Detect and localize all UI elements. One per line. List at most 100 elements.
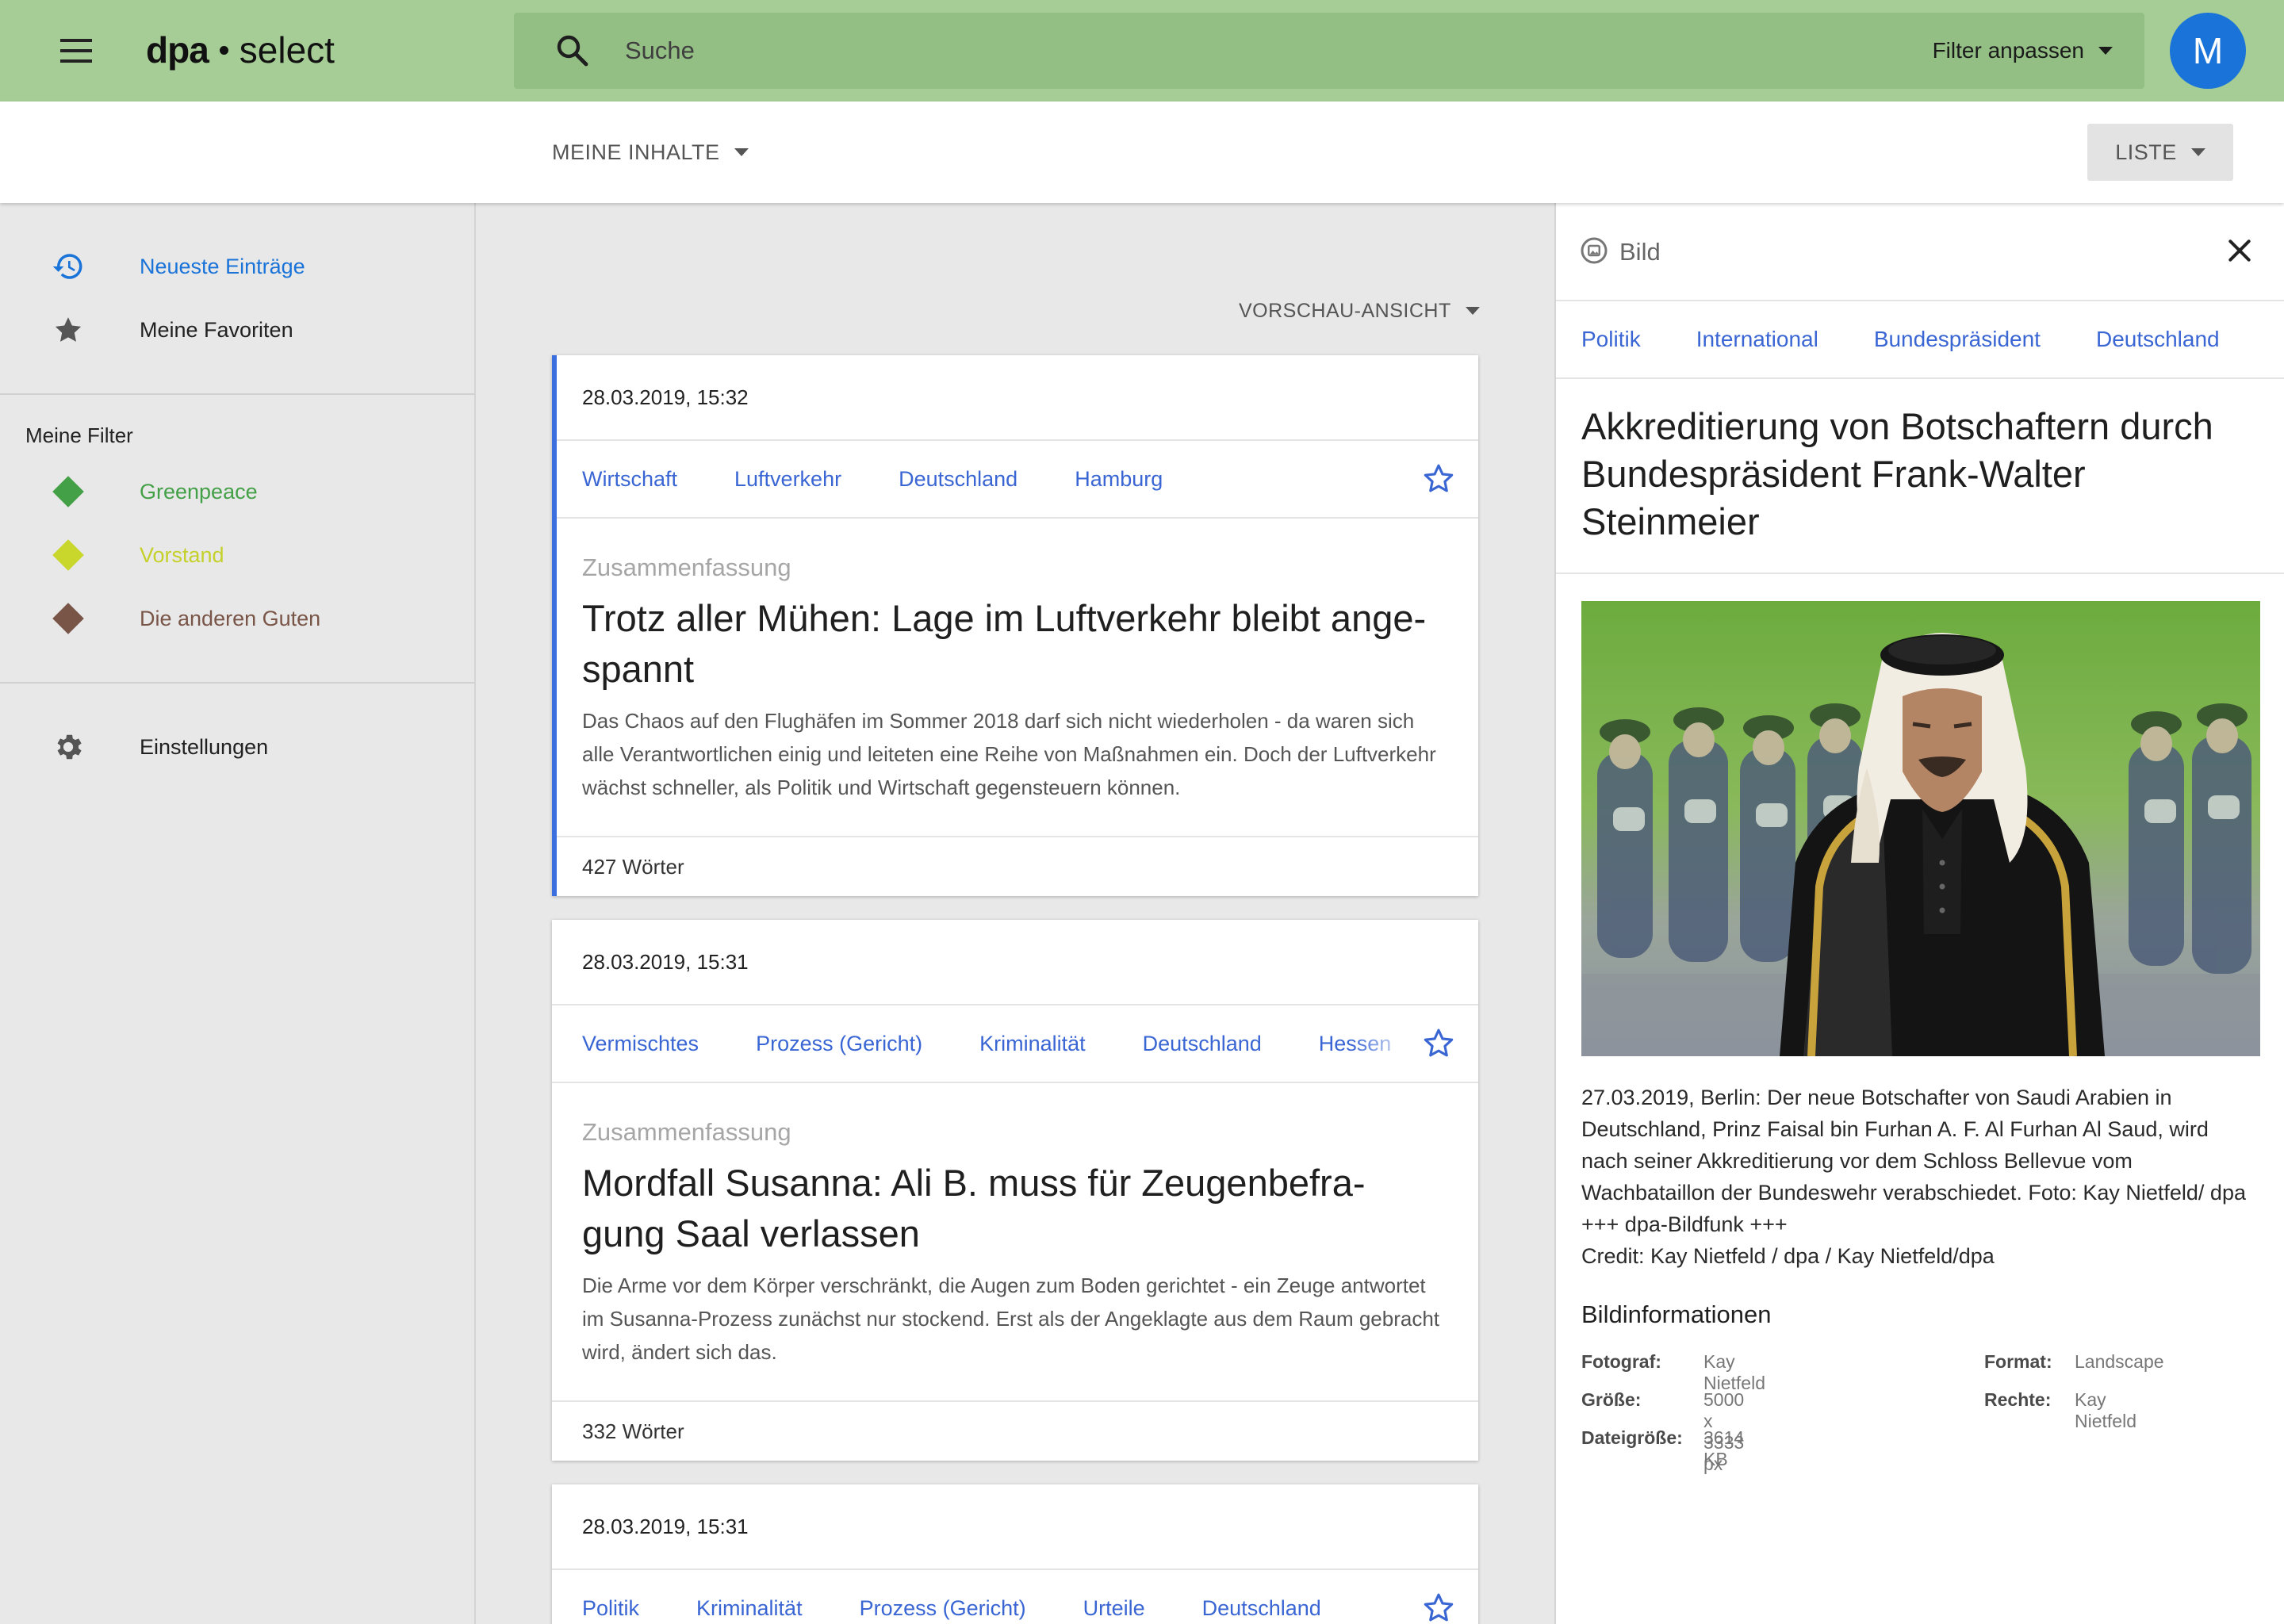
caption-text: 27.03.2019, Berlin: Der neue Botschafter… — [1581, 1086, 2246, 1236]
tag-link[interactable]: Wirtschaft — [582, 467, 677, 492]
sidebar-filter-die-anderen-guten[interactable]: Die anderen Guten — [0, 587, 474, 650]
article-headline[interactable]: Trotz aller Mühen: Lage im Luftverkehr b… — [582, 593, 1448, 695]
favorite-star-icon[interactable] — [1421, 1026, 1456, 1061]
my-content-dropdown[interactable]: MEINE INHALTE — [552, 136, 749, 168]
tag-link[interactable]: Urteile — [1083, 1596, 1145, 1621]
article-card[interactable]: 28.03.2019, 15:31 Vermischtes Prozess (G… — [552, 920, 1478, 1461]
logo-dot — [219, 45, 228, 55]
app-bar: dpa select Filter anpassen M — [0, 0, 2284, 102]
article-card[interactable]: 28.03.2019, 15:31 Politik Kriminalität P… — [552, 1484, 1478, 1624]
info-key: Fotograf: — [1581, 1351, 1661, 1372]
article-date: 28.03.2019, 15:31 — [552, 920, 1478, 1005]
sidebar-filter-greenpeace[interactable]: Greenpeace — [0, 460, 474, 523]
tag-link[interactable]: Vermischtes — [582, 1032, 699, 1056]
view-mode-dropdown[interactable]: LISTE — [2087, 124, 2233, 181]
filter-adjust-dropdown[interactable]: Filter anpassen — [1933, 32, 2113, 70]
overflow-fade — [1351, 1005, 1415, 1082]
star-icon — [51, 312, 86, 347]
detail-header: Bild — [1556, 203, 2284, 301]
sub-header: MEINE INHALTE LISTE — [0, 102, 2284, 203]
preview-view-dropdown[interactable]: VORSCHAU-ANSICHT — [1239, 295, 1480, 327]
info-row-rights: Rechte: Kay Nietfeld — [1984, 1389, 2136, 1431]
tag-link[interactable]: Kriminalität — [979, 1032, 1086, 1056]
filter-label: Vorstand — [140, 542, 224, 567]
favorite-star-icon[interactable] — [1421, 462, 1456, 496]
chevron-down-icon — [734, 148, 749, 156]
image-type-icon — [1581, 237, 1608, 264]
article-card[interactable]: 28.03.2019, 15:32 Wirtschaft Luftverkehr… — [552, 355, 1478, 896]
user-avatar[interactable]: M — [2170, 13, 2246, 89]
chevron-down-icon — [2098, 47, 2113, 55]
dpa-select-logo[interactable]: dpa select — [146, 24, 335, 76]
info-value: Kay Nietfeld — [2075, 1389, 2136, 1431]
detail-tags: Politik International Bundespräsident De… — [1556, 301, 2284, 379]
tag-link[interactable]: Kriminalität — [696, 1596, 803, 1621]
tag-link[interactable]: Luftverkehr — [734, 467, 841, 492]
info-row-photographer: Fotograf: Kay Nietfeld — [1581, 1351, 1765, 1393]
word-count: 332 Wörter — [582, 1419, 684, 1443]
my-filters-heading: Meine Filter — [25, 423, 133, 447]
chevron-down-icon — [1465, 307, 1480, 315]
tag-link[interactable]: Deutschland — [1202, 1596, 1321, 1621]
hamburger-menu-icon — [60, 39, 92, 63]
tag-link[interactable]: Deutschland — [2096, 327, 2220, 352]
favorite-star-icon[interactable] — [1421, 1591, 1456, 1624]
divider — [0, 393, 474, 395]
filter-label: Die anderen Guten — [140, 606, 321, 630]
info-value: Landscape — [2075, 1351, 2164, 1372]
article-body: Zusammenfassung Trotz aller Mühen: Lage … — [557, 519, 1478, 837]
tag-link[interactable]: Bundespräsident — [1874, 327, 2041, 352]
article-kicker: Zusammenfassung — [582, 1118, 791, 1146]
search-icon[interactable] — [554, 32, 592, 70]
article-date: 28.03.2019, 15:31 — [552, 1484, 1478, 1570]
info-row-filesize: Dateigröße: 3614 KB — [1581, 1427, 1744, 1469]
sidebar-item-label: Neueste Einträge — [140, 254, 305, 278]
info-key: Rechte: — [1984, 1389, 2052, 1410]
content-type-label: Bild — [1619, 238, 1661, 266]
logo-product: select — [239, 29, 335, 71]
gear-icon — [51, 730, 86, 764]
info-key: Format: — [1984, 1351, 2052, 1372]
tag-link[interactable]: Deutschland — [1143, 1032, 1262, 1056]
search-bar: Filter anpassen — [514, 13, 2144, 89]
history-icon — [51, 249, 86, 284]
sidebar-item-favorites[interactable]: Meine Favoriten — [0, 298, 474, 362]
sidebar-filter-vorstand[interactable]: Vorstand — [0, 523, 474, 587]
tag-link[interactable]: Prozess (Gericht) — [860, 1596, 1026, 1621]
diamond-icon — [51, 538, 86, 573]
sidebar-item-label: Meine Favoriten — [140, 317, 293, 342]
article-summary: Das Chaos auf den Flughäfen im Sommer 20… — [582, 709, 1436, 799]
article-summary: Die Arme vor dem Körper verschränkt, die… — [582, 1274, 1440, 1364]
article-tags: Vermischtes Prozess (Gericht) Kriminalit… — [552, 1005, 1478, 1083]
tag-link[interactable]: Prozess (Gericht) — [756, 1032, 922, 1056]
tag-link[interactable]: Politik — [582, 1596, 639, 1621]
info-row-format: Format: Landscape — [1984, 1351, 2164, 1380]
article-date: 28.03.2019, 15:32 — [557, 355, 1478, 441]
info-value: Kay Nietfeld — [1703, 1351, 1765, 1393]
info-key: Größe: — [1581, 1389, 1642, 1410]
search-input[interactable] — [625, 29, 1577, 73]
sidebar-item-settings[interactable]: Einstellungen — [0, 715, 474, 779]
sidebar: Neueste Einträge Meine Favoriten Meine F… — [0, 203, 476, 1624]
info-value: 3614 KB — [1703, 1427, 1745, 1469]
info-key: Dateigröße: — [1581, 1427, 1683, 1448]
menu-button[interactable] — [44, 25, 108, 76]
info-row-size: Größe: 5000 x 3333 px — [1581, 1389, 1744, 1474]
article-kicker: Zusammenfassung — [582, 553, 791, 581]
sidebar-item-latest[interactable]: Neueste Einträge — [0, 235, 474, 298]
close-icon[interactable] — [2224, 235, 2255, 266]
divider — [0, 682, 474, 684]
sidebar-item-label: Einstellungen — [140, 734, 269, 759]
tag-link[interactable]: International — [1696, 327, 1818, 352]
news-photo[interactable] — [1581, 601, 2260, 1056]
tag-link[interactable]: Deutschland — [899, 467, 1017, 492]
detail-panel: Bild Politik International Bundespräside… — [1554, 203, 2284, 1624]
tag-link[interactable]: Politik — [1581, 327, 1641, 352]
tag-link[interactable]: Hamburg — [1075, 467, 1163, 492]
logo-brand: dpa — [146, 29, 209, 71]
word-count: 427 Wörter — [582, 854, 684, 879]
filter-adjust-label: Filter anpassen — [1932, 38, 2084, 63]
divider — [1556, 573, 2284, 574]
article-headline[interactable]: Mordfall Susanna: Ali B. muss für Zeugen… — [582, 1158, 1448, 1259]
diamond-icon — [51, 601, 86, 636]
